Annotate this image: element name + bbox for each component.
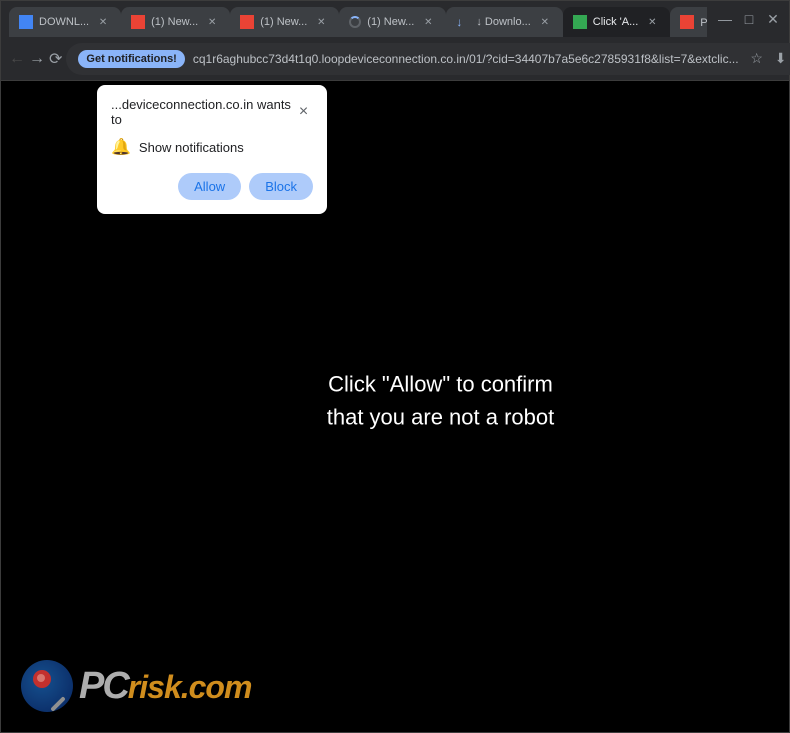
popup-notification-label: Show notifications bbox=[139, 140, 244, 155]
pcrisk-logo bbox=[21, 660, 73, 712]
back-button[interactable]: ← bbox=[9, 43, 25, 75]
tab-4-title: (1) New... bbox=[367, 16, 414, 28]
address-text: cq1r6aghubcc73d4t1q0.loopdeviceconnectio… bbox=[193, 52, 739, 66]
popup-notification-row: 🔔 Show notifications bbox=[111, 137, 313, 157]
tab-7-favicon bbox=[680, 15, 694, 29]
popup-origin: ...deviceconnection.co.in wants to bbox=[111, 97, 294, 127]
tab-1-close[interactable]: ✕ bbox=[95, 14, 111, 30]
tab-bar: DOWNL... ✕ (1) New... ✕ (1) New... ✕ (1)… bbox=[9, 1, 707, 37]
browser-window: DOWNL... ✕ (1) New... ✕ (1) New... ✕ (1)… bbox=[0, 0, 790, 733]
tab-3-close[interactable]: ✕ bbox=[313, 14, 329, 30]
tab-3-favicon bbox=[240, 15, 254, 29]
minimize-button[interactable]: — bbox=[717, 11, 733, 27]
popup-buttons: Allow Block bbox=[111, 173, 313, 200]
tab-6-favicon bbox=[573, 15, 587, 29]
tab-4[interactable]: (1) New... ✕ bbox=[339, 7, 446, 37]
tab-2-title: (1) New... bbox=[151, 16, 198, 28]
notification-popup: ...deviceconnection.co.in wants to × 🔔 S… bbox=[97, 85, 327, 214]
forward-button[interactable]: → bbox=[29, 43, 45, 75]
popup-header: ...deviceconnection.co.in wants to × bbox=[111, 97, 313, 127]
tab-5-favicon: ↓ bbox=[456, 15, 470, 29]
tab-6-active[interactable]: Click 'A... ✕ bbox=[563, 7, 671, 37]
tab-4-close[interactable]: ✕ bbox=[420, 14, 436, 30]
tab-7[interactable]: Press ☆... ✕ bbox=[670, 7, 707, 37]
content-area: ...deviceconnection.co.in wants to × 🔔 S… bbox=[1, 81, 789, 732]
address-icons: ☆ ⬇ 👤 ⋮ bbox=[747, 49, 790, 69]
tab-5[interactable]: ↓ ↓ Downlo... ✕ bbox=[446, 7, 562, 37]
tab-1-title: DOWNL... bbox=[39, 16, 89, 28]
tab-2[interactable]: (1) New... ✕ bbox=[121, 7, 230, 37]
get-notifications-badge[interactable]: Get notifications! bbox=[78, 50, 184, 68]
maximize-button[interactable]: □ bbox=[741, 11, 757, 27]
pcrisk-text: PC risk.com bbox=[79, 665, 251, 708]
address-bar[interactable]: Get notifications! cq1r6aghubcc73d4t1q0.… bbox=[66, 43, 790, 75]
close-button[interactable]: ✕ bbox=[765, 11, 781, 27]
tab-4-spinner bbox=[349, 16, 361, 28]
download-icon[interactable]: ⬇ bbox=[771, 49, 790, 69]
tab-1-favicon bbox=[19, 15, 33, 29]
tab-3[interactable]: (1) New... ✕ bbox=[230, 7, 339, 37]
popup-close-button[interactable]: × bbox=[294, 102, 313, 122]
tab-2-favicon bbox=[131, 15, 145, 29]
magnifier-icon bbox=[50, 696, 66, 712]
title-bar: DOWNL... ✕ (1) New... ✕ (1) New... ✕ (1)… bbox=[1, 1, 789, 37]
tab-5-close[interactable]: ✕ bbox=[537, 14, 553, 30]
reload-button[interactable]: ⟳ bbox=[49, 43, 62, 75]
pcrisk-watermark: PC risk.com bbox=[21, 660, 251, 712]
pcrisk-pc-text: PC bbox=[79, 665, 128, 708]
tab-6-close[interactable]: ✕ bbox=[644, 14, 660, 30]
allow-button[interactable]: Allow bbox=[178, 173, 241, 200]
tab-1[interactable]: DOWNL... ✕ bbox=[9, 7, 121, 37]
page-message: Click "Allow" to confirm that you are no… bbox=[327, 367, 555, 433]
toolbar: ← → ⟳ Get notifications! cq1r6aghubcc73d… bbox=[1, 37, 789, 81]
tab-5-title: ↓ Downlo... bbox=[476, 16, 530, 28]
page-message-line2: that you are not a robot bbox=[327, 400, 555, 433]
pcrisk-risk-text: risk.com bbox=[128, 669, 252, 706]
tab-3-title: (1) New... bbox=[260, 16, 307, 28]
bookmark-icon[interactable]: ☆ bbox=[747, 49, 767, 69]
tab-2-close[interactable]: ✕ bbox=[204, 14, 220, 30]
tab-6-title: Click 'A... bbox=[593, 16, 639, 28]
block-button[interactable]: Block bbox=[249, 173, 313, 200]
tab-7-title: Press ☆... bbox=[700, 16, 707, 29]
bell-icon: 🔔 bbox=[111, 137, 131, 157]
window-controls: — □ ✕ bbox=[717, 11, 781, 27]
page-message-line1: Click "Allow" to confirm bbox=[327, 367, 555, 400]
